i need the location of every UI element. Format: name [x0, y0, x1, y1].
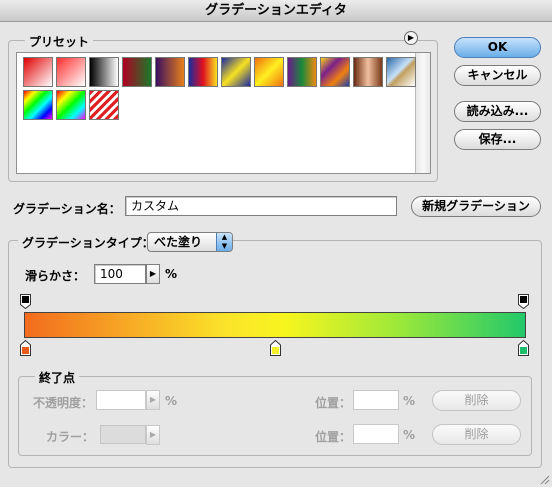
opacity-stop-right[interactable] — [518, 294, 529, 309]
gradient-name-label: グラデーション名： — [13, 202, 121, 216]
select-arrows-icon: ▲ ▼ — [216, 233, 232, 251]
preset-swatch-orange-yellow-orange[interactable] — [254, 57, 284, 87]
delete-color-stop-button[interactable]: 削除 — [432, 424, 521, 445]
presets-menu-button[interactable]: ▶ — [404, 31, 418, 45]
color-stepper-button[interactable]: ▶ — [146, 425, 160, 445]
opacity-location-unit: % — [403, 394, 416, 408]
resize-grip-icon[interactable] — [538, 473, 550, 485]
preset-swatch-red-green[interactable] — [122, 57, 152, 87]
new-gradient-button[interactable]: 新規グラデーション — [411, 196, 541, 217]
title-bar: グラデーションエディタ — [0, 0, 552, 22]
preset-swatch-blue-red-yellow[interactable] — [188, 57, 218, 87]
delete-opacity-stop-button[interactable]: 削除 — [432, 390, 521, 411]
cancel-button[interactable]: キャンセル — [454, 65, 541, 86]
gradient-preview-bar[interactable] — [24, 312, 526, 338]
opacity-label: 不透明度： — [33, 396, 94, 410]
presets-scrollbar[interactable] — [415, 53, 430, 173]
gradient-type-label: グラデーションタイプ： — [18, 234, 158, 251]
preset-swatch-red-transparent[interactable] — [56, 57, 86, 87]
color-well[interactable] — [100, 425, 146, 444]
opacity-stepper-button[interactable]: ▶ — [146, 390, 160, 410]
window-title: グラデーションエディタ — [205, 3, 347, 18]
preset-swatch-red-white[interactable] — [23, 57, 53, 87]
preset-swatch-yellow-violet-orange-blue[interactable] — [320, 57, 350, 87]
color-label: カラー： — [46, 430, 95, 444]
preset-swatch-spectrum[interactable] — [23, 90, 53, 120]
opacity-location-input[interactable] — [353, 390, 399, 410]
opacity-input[interactable] — [96, 390, 146, 410]
color-location-unit: % — [403, 428, 416, 442]
smoothness-stepper-button[interactable]: ▶ — [146, 264, 160, 284]
preset-swatch-black-white[interactable] — [89, 57, 119, 87]
opacity-stop-left[interactable] — [20, 294, 31, 309]
smoothness-label: 滑らかさ： — [25, 269, 86, 283]
preset-swatch-transparent-rainbow[interactable] — [56, 90, 86, 120]
color-stop-yellow[interactable] — [270, 340, 281, 356]
preset-swatch-transparent-stripes[interactable] — [89, 90, 119, 120]
gradient-type-value: べた塗り — [154, 235, 203, 249]
preset-swatch-violet-green-orange[interactable] — [287, 57, 317, 87]
save-button[interactable]: 保存... — [454, 129, 541, 150]
preset-swatch-chrome[interactable] — [386, 57, 416, 87]
preset-swatch-violet-orange[interactable] — [155, 57, 185, 87]
color-location-label: 位置： — [315, 430, 352, 444]
load-button[interactable]: 読み込み... — [454, 101, 541, 122]
preset-swatch-copper[interactable] — [353, 57, 383, 87]
smoothness-input[interactable]: 100 — [94, 264, 146, 284]
gradient-name-input[interactable]: カスタム — [125, 196, 397, 216]
stops-label: 終了点 — [35, 369, 80, 386]
opacity-unit: % — [165, 394, 178, 408]
opacity-location-label: 位置： — [315, 396, 352, 410]
presets-label: プリセット — [25, 33, 94, 50]
color-stop-green[interactable] — [518, 340, 529, 356]
preset-swatch-blue-yellow-blue[interactable] — [221, 57, 251, 87]
smoothness-unit: % — [165, 267, 178, 281]
gradient-type-select[interactable]: べた塗り ▲ ▼ — [147, 232, 233, 252]
ok-button[interactable]: OK — [454, 37, 541, 58]
presets-list — [16, 52, 431, 174]
color-location-input[interactable] — [353, 424, 399, 444]
color-stop-orange[interactable] — [20, 340, 31, 356]
